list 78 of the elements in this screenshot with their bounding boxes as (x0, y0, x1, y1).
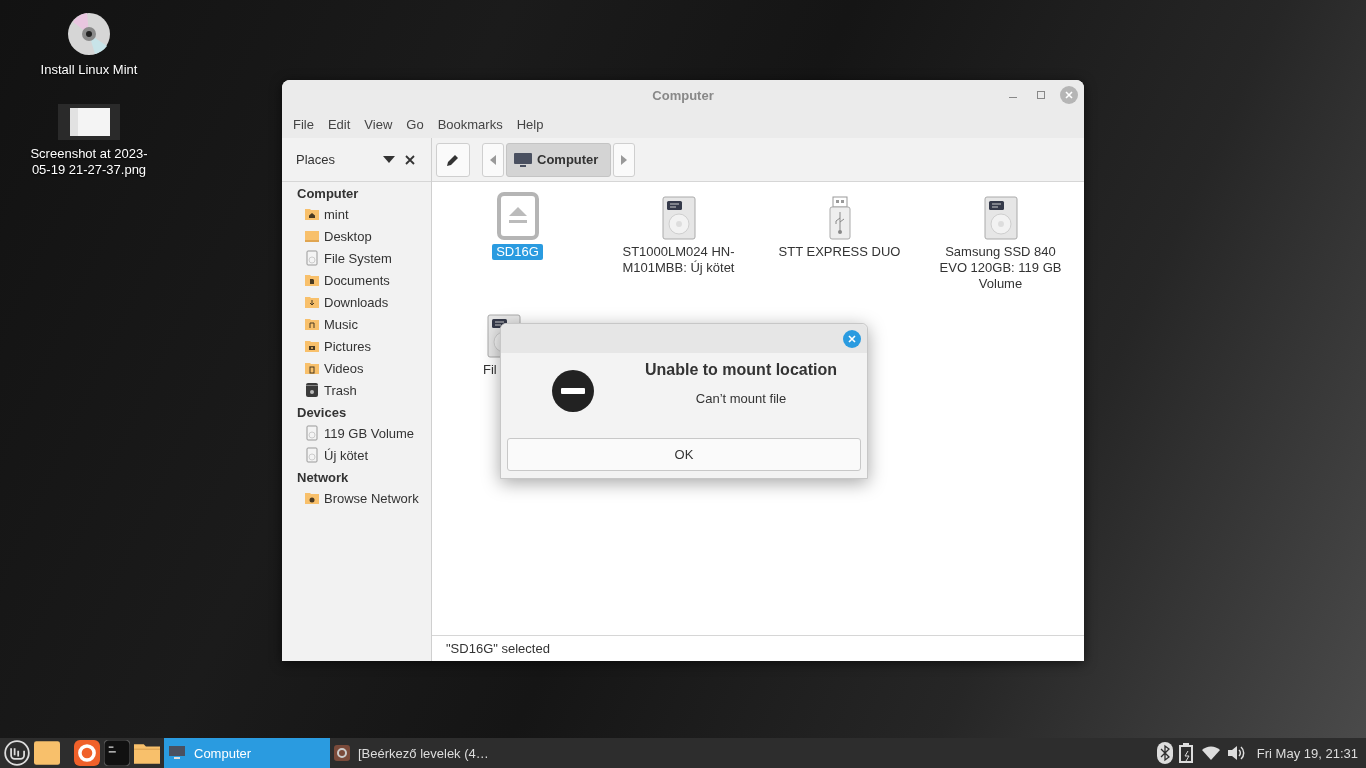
drive-label[interactable]: Fil (483, 362, 497, 378)
dropdown-icon[interactable] (383, 156, 395, 163)
folder-icon (304, 316, 320, 332)
drive-label[interactable]: STT EXPRESS DUO (774, 244, 905, 260)
edit-location-button[interactable] (436, 142, 470, 177)
drive-icon (304, 250, 320, 266)
dialog-message: Can’t mount file (695, 391, 787, 406)
taskbar-window-button[interactable]: [Beérkező levelek (4… (330, 738, 496, 768)
path-button[interactable]: Computer (506, 142, 612, 177)
path-left-button[interactable] (482, 142, 504, 177)
bluetooth-icon[interactable] (1156, 742, 1173, 764)
mail-app-icon (334, 745, 350, 761)
maximize-icon (1037, 91, 1045, 99)
sidebar-item[interactable]: Browse Network (324, 490, 419, 506)
sidebar-item[interactable]: File System (324, 250, 392, 266)
browser-icon[interactable] (74, 740, 100, 766)
menu-item[interactable]: Edit (320, 116, 358, 132)
sidebar-heading: Devices (296, 404, 348, 422)
menu-item[interactable]: Go (399, 116, 431, 132)
folder-icon (304, 490, 320, 506)
close-icon[interactable] (403, 154, 417, 165)
volume-icon[interactable] (1226, 745, 1245, 761)
sidebar-item[interactable]: Desktop (324, 228, 372, 244)
drive-icon (304, 447, 320, 463)
folder-icon (304, 360, 320, 376)
trash-icon (304, 382, 320, 398)
menu-item[interactable]: Help (509, 116, 551, 132)
sidebar-title: Places (296, 152, 337, 167)
sidebar-item[interactable]: Új kötet (324, 447, 369, 463)
pencil-icon (446, 152, 460, 167)
menu-item[interactable]: File (286, 116, 321, 132)
eject-media-icon (496, 192, 539, 240)
close-icon (1065, 91, 1073, 99)
desktop-icon-label[interactable]: Install Linux Mint (24, 62, 154, 78)
sidebar-item[interactable]: 119 GB Volume (324, 425, 415, 441)
ok-button[interactable]: OK (507, 438, 861, 471)
menu-item[interactable]: Bookmarks (430, 116, 510, 132)
folder-icon[interactable] (34, 740, 60, 766)
sidebar-item[interactable]: Documents (324, 272, 390, 288)
hard-drive-icon (661, 196, 696, 240)
status-text: "SD16G" selected (446, 641, 550, 656)
drive-icon (304, 425, 320, 441)
sidebar-item[interactable]: Downloads (324, 294, 389, 310)
folder-icon (304, 228, 320, 244)
sidebar-item[interactable]: Music (324, 316, 358, 332)
folder-icon (304, 338, 320, 354)
path-right-button[interactable] (613, 142, 636, 177)
terminal-icon[interactable] (104, 740, 130, 766)
drive-label[interactable]: Samsung SSD 840 EVO 120GB: 119 GB Volume (932, 244, 1069, 292)
sidebar-heading: Computer (296, 185, 360, 203)
sidebar-item[interactable]: mint (324, 206, 349, 222)
menu-icon[interactable] (4, 740, 30, 766)
menu-item[interactable]: View (357, 116, 400, 132)
right-arrow-icon (621, 154, 628, 165)
close-button[interactable] (843, 329, 861, 348)
folder-icon (304, 206, 320, 222)
computer-icon (513, 151, 533, 168)
left-arrow-icon (490, 154, 496, 165)
hard-drive-icon (983, 196, 1018, 240)
sidebar-heading: Network (296, 469, 350, 487)
screenshot-thumbnail-icon (58, 104, 120, 140)
drive-label[interactable]: ST1000LM024 HN-M101MBB: Új kötet (610, 244, 747, 276)
folder-icon (304, 272, 320, 288)
desktop-icon-label[interactable]: Screenshot at 2023-05-19 21-27-37.png (24, 146, 154, 178)
window-title: Computer (652, 87, 714, 103)
sidebar-item[interactable]: Pictures (324, 338, 371, 354)
disc-icon (67, 12, 111, 56)
error-icon (551, 369, 595, 413)
folder-icon (304, 294, 320, 310)
battery-icon[interactable] (1178, 743, 1195, 763)
sidebar-item[interactable]: Trash (324, 382, 357, 398)
dialog-title: Unable to mount location (645, 361, 837, 379)
sidebar-item[interactable]: Videos (324, 360, 364, 376)
clock[interactable]: Fri May 19, 21:31 (1256, 745, 1358, 761)
close-icon (848, 334, 856, 343)
usb-drive-icon (827, 196, 852, 240)
computer-icon (168, 745, 186, 761)
wifi-icon[interactable] (1200, 745, 1221, 761)
